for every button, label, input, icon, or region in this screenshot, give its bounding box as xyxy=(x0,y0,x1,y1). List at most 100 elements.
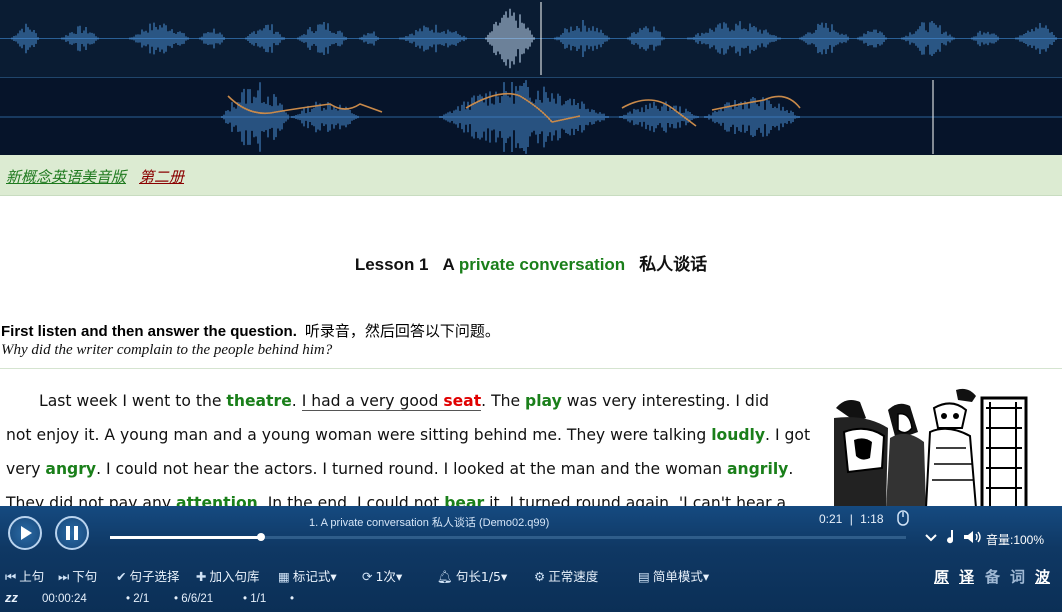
breadcrumb: 新概念英语美音版 第二册 xyxy=(0,155,1062,196)
text-line[interactable]: Last week I went to the theatre. I had a… xyxy=(6,384,806,418)
caret-down-icon: ▾ xyxy=(702,569,710,584)
progress-fill xyxy=(110,536,262,539)
text-segment: very xyxy=(6,460,46,478)
view-words-button[interactable]: 词 xyxy=(1010,566,1025,587)
track-title: 1. A private conversation 私人谈话 (Demo02.q… xyxy=(309,517,550,529)
instructions-en: First listen and then answer the questio… xyxy=(1,323,297,340)
volume-icon[interactable] xyxy=(963,530,983,544)
status-c: • 1/1 xyxy=(243,593,266,605)
text-segment: . I could not hear the actors. I turned … xyxy=(96,460,727,478)
caret-down-icon: ▾ xyxy=(330,569,337,584)
time-separator: | xyxy=(849,512,853,526)
sentence-length-label: 句长1/5 xyxy=(455,569,501,584)
text-segment: . xyxy=(291,392,302,410)
breadcrumb-book-link[interactable]: 第二册 xyxy=(139,166,184,187)
vocab-word[interactable]: loudly xyxy=(711,426,765,444)
text-segment: . I got xyxy=(765,426,811,444)
text-line[interactable]: not enjoy it. A young man and a young wo… xyxy=(6,418,810,452)
comprehension-question: Why did the writer complain to the peopl… xyxy=(1,342,333,358)
status-a: • 2/1 xyxy=(126,593,149,605)
chevron-down-icon[interactable] xyxy=(924,532,938,544)
view-original-button[interactable]: 原 xyxy=(934,566,949,587)
status-dot: • xyxy=(290,593,295,605)
vocab-word[interactable]: play xyxy=(525,392,562,410)
mouse-icon[interactable] xyxy=(896,510,910,526)
progress-bar[interactable] xyxy=(110,533,906,541)
caret-down-icon: ▾ xyxy=(501,569,508,584)
mark-mode-dropdown[interactable]: ▦ 标记式▾ xyxy=(278,566,337,585)
divider xyxy=(0,368,1062,369)
pause-icon xyxy=(66,526,78,540)
status-b-value: 6/6/21 xyxy=(181,593,214,605)
total-time: 1:18 xyxy=(860,512,884,526)
lesson-title-en: private conversation xyxy=(458,255,626,274)
caret-down-icon: ▾ xyxy=(395,569,403,584)
lesson-number: Lesson 1 xyxy=(354,255,429,274)
play-button[interactable] xyxy=(8,516,42,550)
repeat-dropdown[interactable]: ⟳ 1次▾ xyxy=(362,566,402,585)
prev-sentence-button[interactable]: ⏮ 上句 xyxy=(5,566,44,585)
add-to-library-label: 加入句库 xyxy=(209,569,260,584)
play-icon xyxy=(21,526,32,540)
sentence-select-label: 句子选择 xyxy=(129,569,180,584)
status-a-value: 2/1 xyxy=(133,593,150,605)
waveform-sentence[interactable] xyxy=(0,77,1062,156)
lesson-title: Lesson 1 A private conversation 私人谈话 xyxy=(0,250,1062,275)
text-segment: not enjoy it. A young man and a young wo… xyxy=(6,426,712,444)
lesson-title-prefix: A xyxy=(442,255,455,274)
sentence-length-dropdown[interactable]: 🔔︎ 句长1/5▾ xyxy=(437,566,507,585)
prev-icon: ⏮ xyxy=(5,569,17,584)
lesson-title-cn: 私人谈话 xyxy=(639,255,708,274)
waveform-overview-graphic xyxy=(0,2,1062,75)
speed-button[interactable]: ⚙ 正常速度 xyxy=(534,566,598,585)
volume-label[interactable]: 音量:100% xyxy=(986,531,1044,548)
time-display: 0:21 | 1:18 xyxy=(819,512,884,526)
theatre-illustration-graphic xyxy=(826,388,1034,508)
speed-label: 正常速度 xyxy=(548,569,599,584)
add-to-library-button[interactable]: ✚ 加入句库 xyxy=(196,566,260,585)
note-icon[interactable] xyxy=(944,529,958,545)
player-bar: 1. A private conversation 私人谈话 (Demo02.q… xyxy=(0,506,1062,612)
waveform-sentence-graphic xyxy=(0,80,1062,154)
grid-icon: ▦ xyxy=(278,569,290,584)
lesson-illustration xyxy=(826,388,1034,508)
view-waveform-button[interactable]: 波 xyxy=(1035,566,1050,587)
chart-icon: ▤ xyxy=(638,569,650,584)
sentence-select-button[interactable]: ✔ 句子选择 xyxy=(116,566,180,585)
status-b: • 6/6/21 xyxy=(174,593,213,605)
player-toolbar: ⏮ 上句 ⏭ 下句 ✔ 句子选择 ✚ 加入句库 ▦ 标记式▾ ⟳ 1次▾ 🔔︎ 句长1/5▾ … xyxy=(0,564,1062,586)
progress-knob[interactable] xyxy=(257,533,266,541)
mode-label: 简单模式 xyxy=(652,569,703,584)
vocab-word[interactable]: seat xyxy=(443,392,482,411)
gear-icon: ⚙ xyxy=(534,569,546,584)
mode-dropdown[interactable]: ▤ 简单模式▾ xyxy=(638,566,709,585)
vocab-word[interactable]: theatre xyxy=(226,392,291,410)
vocab-word[interactable]: angrily xyxy=(727,460,788,478)
check-icon: ✔ xyxy=(116,569,127,584)
lesson-text[interactable]: Last week I went to the theatre. I had a… xyxy=(6,384,810,520)
pause-button[interactable] xyxy=(55,516,89,550)
text-segment: was very interesting. I did xyxy=(561,392,770,410)
current-time: 0:21 xyxy=(819,512,843,526)
text-segment: Last week I went to the xyxy=(39,392,227,410)
sleep-timer-icon[interactable]: zz xyxy=(5,590,18,605)
plus-icon: ✚ xyxy=(196,569,207,584)
breadcrumb-course-link[interactable]: 新概念英语美音版 xyxy=(6,166,126,187)
waveform-overview[interactable] xyxy=(0,0,1062,77)
text-segment: . xyxy=(788,460,794,478)
mark-mode-label: 标记式 xyxy=(292,569,331,584)
vocab-word[interactable]: angry xyxy=(45,460,96,478)
view-translation-button[interactable]: 译 xyxy=(959,566,974,587)
next-sentence-button[interactable]: ⏭ 下句 xyxy=(58,566,97,585)
view-notes-button[interactable]: 备 xyxy=(985,566,1000,587)
text-segment: . The xyxy=(481,392,526,410)
next-icon: ⏭ xyxy=(58,569,70,584)
elapsed-time: 00:00:24 xyxy=(42,593,87,605)
text-segment: I had a very good xyxy=(301,392,444,411)
text-line[interactable]: very angry. I could not hear the actors.… xyxy=(6,452,806,486)
instructions-cn: 听录音，然后回答以下问题。 xyxy=(304,323,500,340)
prev-label: 上句 xyxy=(19,569,45,584)
status-c-value: 1/1 xyxy=(250,593,267,605)
next-label: 下句 xyxy=(72,569,98,584)
repeat-icon: ⟳ xyxy=(362,569,373,584)
